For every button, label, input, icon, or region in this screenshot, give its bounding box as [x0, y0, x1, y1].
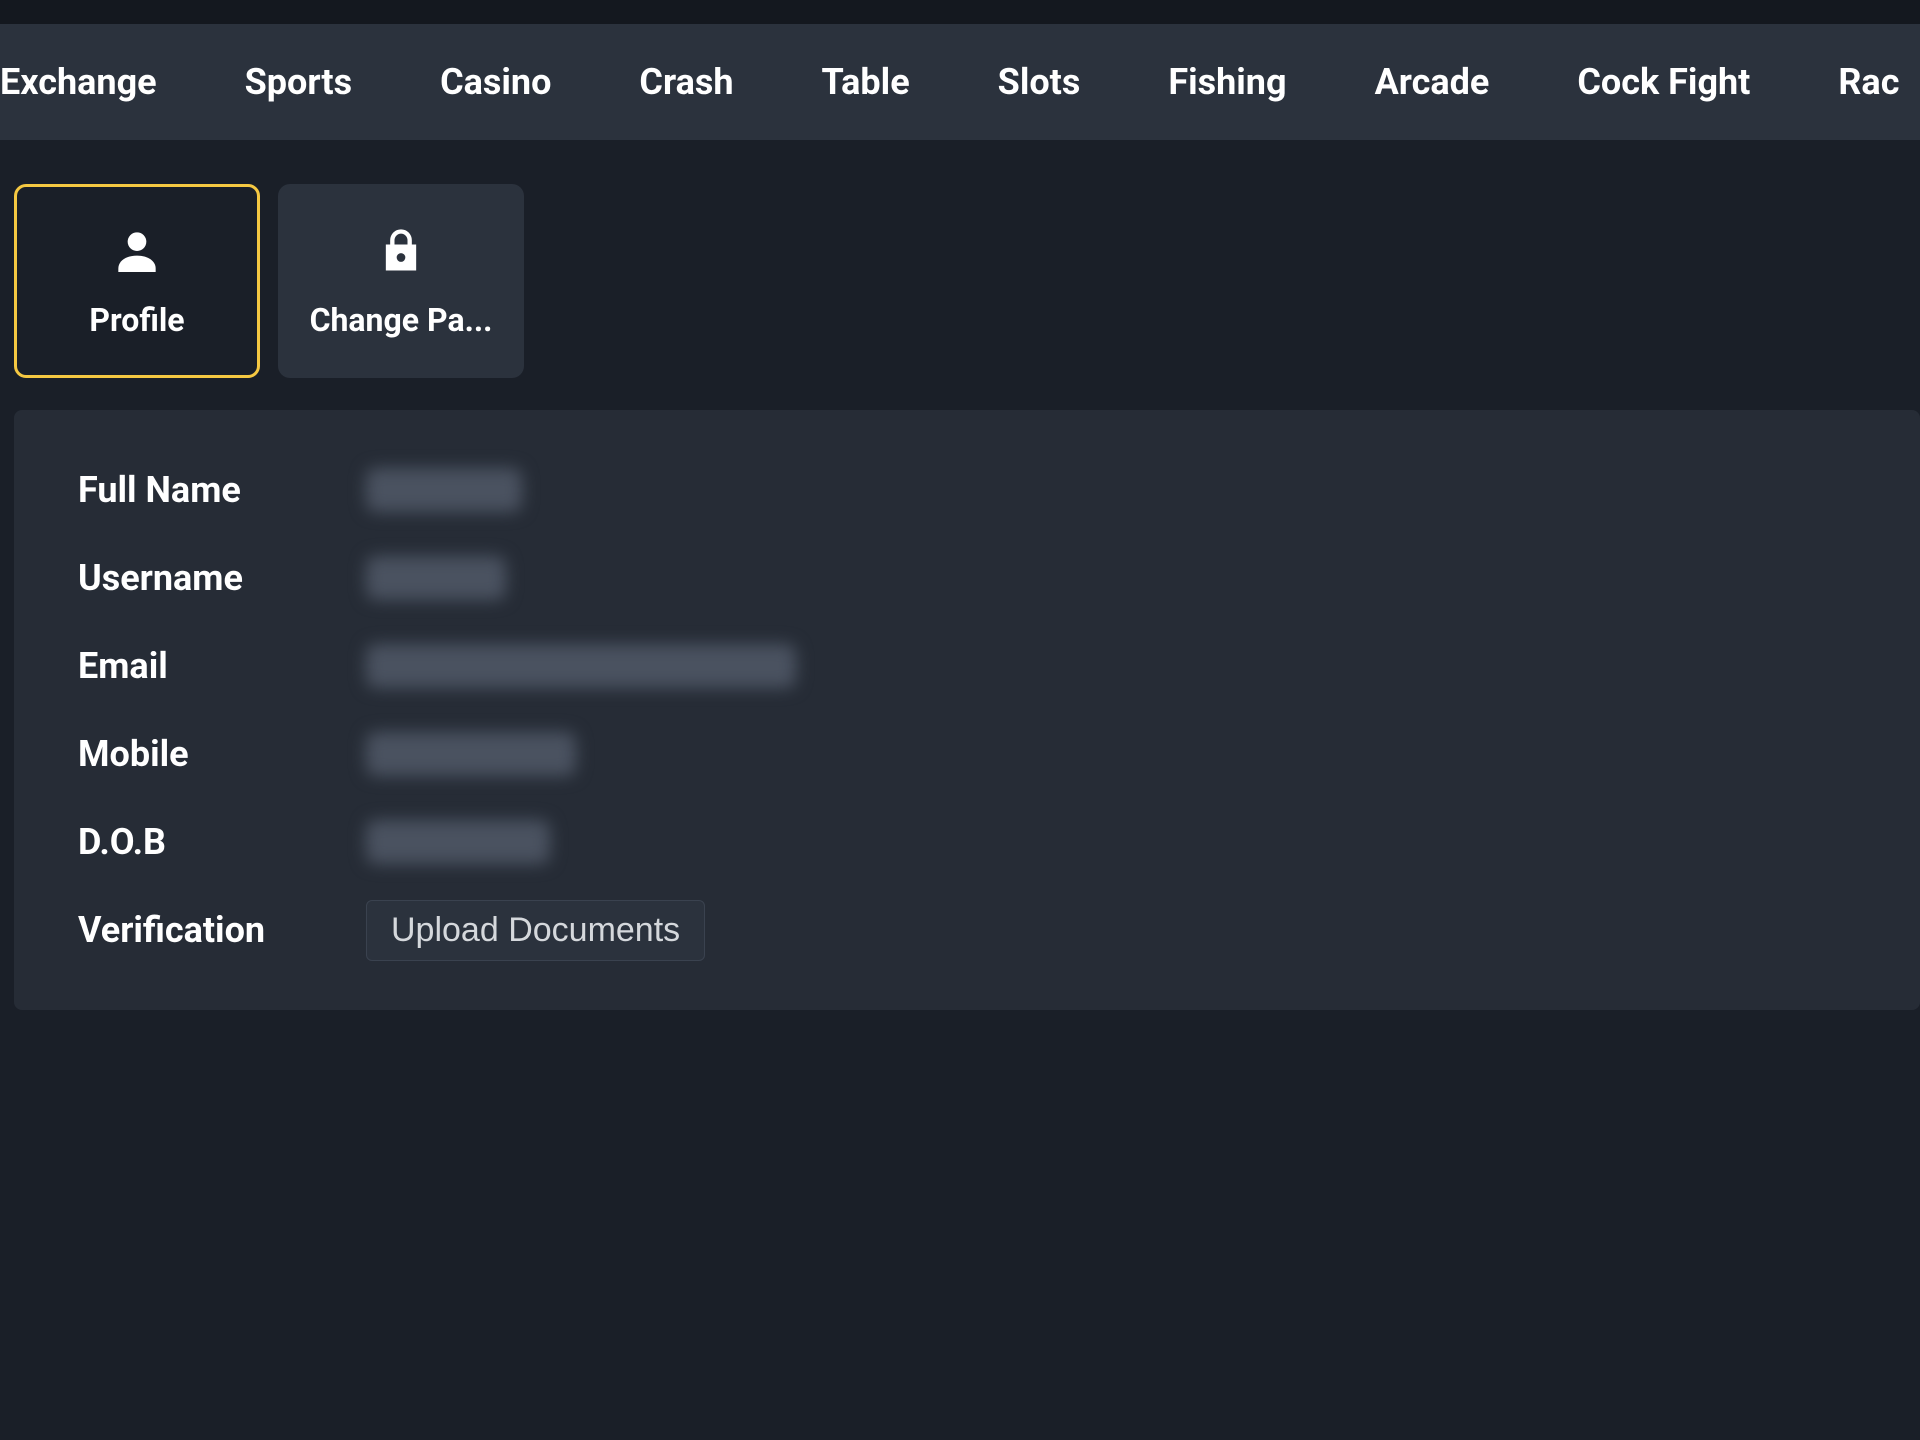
tabs-container: Profile Change Pa... [14, 184, 1920, 378]
value-username [366, 556, 506, 600]
nav-arcade[interactable]: Arcade [1331, 61, 1534, 103]
row-dob: D.O.B [78, 798, 1856, 886]
tab-profile[interactable]: Profile [14, 184, 260, 378]
label-full-name: Full Name [78, 469, 366, 511]
row-email: Email [78, 622, 1856, 710]
nav-crash[interactable]: Crash [595, 61, 777, 103]
person-icon [109, 223, 165, 279]
tab-change-password[interactable]: Change Pa... [278, 184, 524, 378]
main-nav: Exchange Sports Casino Crash Table Slots… [0, 24, 1920, 140]
nav-sports[interactable]: Sports [201, 61, 396, 103]
nav-casino[interactable]: Casino [396, 61, 595, 103]
tab-change-password-label: Change Pa... [310, 301, 493, 339]
upload-documents-button[interactable]: Upload Documents [366, 900, 705, 961]
nav-racing[interactable]: Rac [1794, 61, 1899, 103]
label-email: Email [78, 645, 366, 687]
top-bar [0, 0, 1920, 24]
lock-icon [373, 223, 429, 279]
nav-slots[interactable]: Slots [954, 61, 1125, 103]
profile-panel: Full Name Username Email Mobile D.O.B Ve… [14, 410, 1920, 1010]
nav-fishing[interactable]: Fishing [1124, 61, 1330, 103]
value-mobile [366, 732, 576, 776]
label-mobile: Mobile [78, 733, 366, 775]
tab-profile-label: Profile [89, 301, 184, 339]
row-username: Username [78, 534, 1856, 622]
nav-table[interactable]: Table [778, 61, 954, 103]
content-area: Profile Change Pa... Full Name Username … [0, 140, 1920, 1010]
label-verification: Verification [78, 909, 366, 951]
row-full-name: Full Name [78, 446, 1856, 534]
nav-exchange[interactable]: Exchange [0, 61, 201, 103]
nav-cock-fight[interactable]: Cock Fight [1533, 61, 1794, 103]
row-verification: Verification Upload Documents [78, 886, 1856, 974]
value-dob [366, 820, 550, 864]
value-full-name [366, 468, 522, 512]
row-mobile: Mobile [78, 710, 1856, 798]
value-email [366, 644, 796, 688]
label-username: Username [78, 557, 366, 599]
label-dob: D.O.B [78, 821, 366, 863]
